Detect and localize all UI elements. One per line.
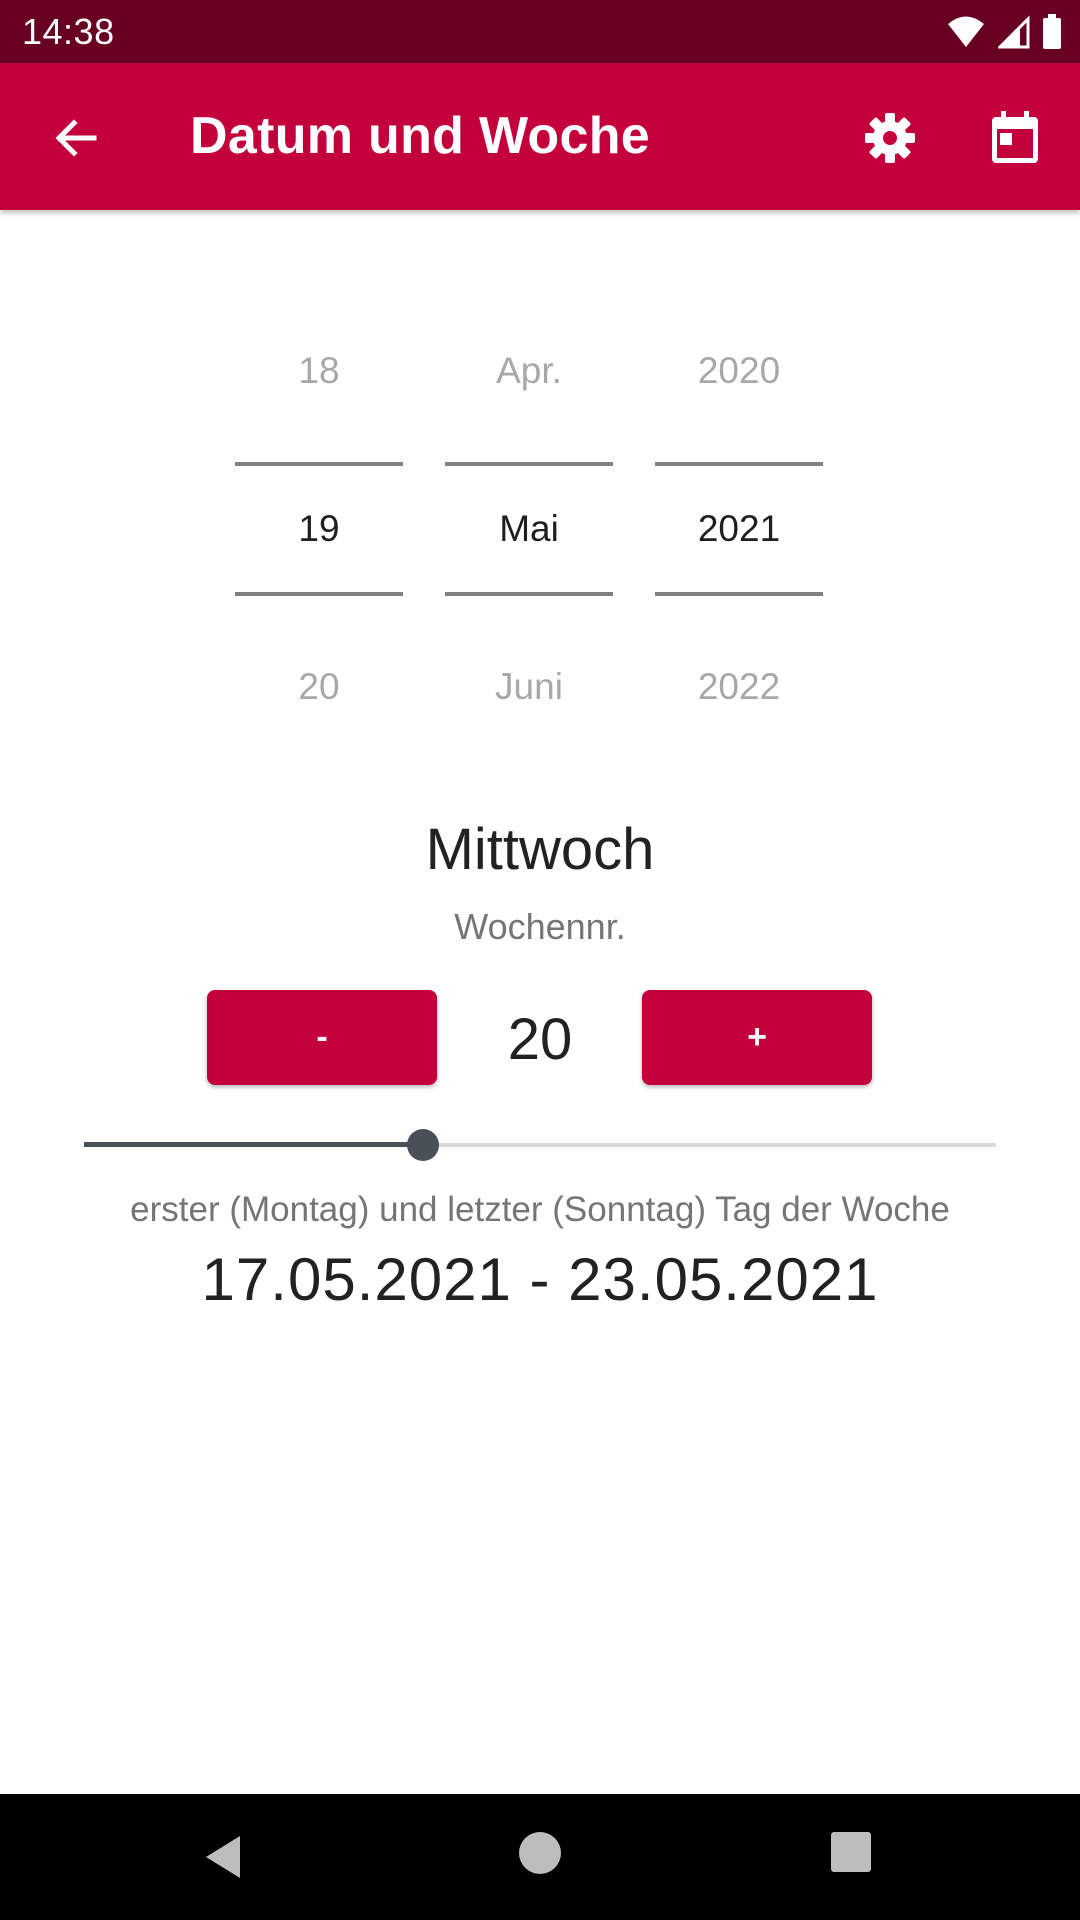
arrow-back-icon: [55, 119, 97, 157]
year-prev[interactable]: 2020: [655, 350, 823, 392]
slider-fill: [84, 1142, 423, 1147]
battery-icon: [1043, 14, 1061, 49]
picker-divider: [655, 462, 823, 466]
back-button[interactable]: [40, 103, 110, 173]
calendar-button[interactable]: [980, 103, 1050, 173]
week-number: 20: [507, 1007, 573, 1072]
system-nav-bar: [0, 1794, 1080, 1920]
week-range-value: 17.05.2021 - 23.05.2021: [201, 1246, 879, 1313]
month-picker[interactable]: Apr. Mai Juni: [445, 330, 613, 730]
decrement-week-button[interactable]: -: [207, 990, 437, 1085]
year-next[interactable]: 2022: [655, 666, 823, 708]
week-number-label: Wochennr.: [454, 906, 626, 947]
status-time: 14:38: [22, 11, 115, 52]
calendar-icon: [992, 111, 1038, 163]
app-bar: Datum und Woche: [0, 63, 1080, 210]
picker-divider: [445, 592, 613, 596]
settings-button[interactable]: [855, 103, 925, 173]
week-range-label: erster (Montag) und letzter (Sonntag) Ta…: [130, 1190, 950, 1229]
day-next[interactable]: 20: [235, 666, 403, 708]
picker-divider: [235, 462, 403, 466]
nav-home-icon[interactable]: [519, 1832, 561, 1874]
picker-divider: [445, 462, 613, 466]
slider-thumb[interactable]: [407, 1129, 439, 1161]
day-current[interactable]: 19: [235, 508, 403, 550]
status-icons: [946, 12, 1062, 52]
weekday-label: Mittwoch: [425, 817, 655, 882]
picker-divider: [655, 592, 823, 596]
month-prev[interactable]: Apr.: [445, 350, 613, 392]
wifi-icon: [948, 16, 984, 47]
year-picker[interactable]: 2020 2021 2022: [655, 330, 823, 730]
year-current[interactable]: 2021: [655, 508, 823, 550]
month-next[interactable]: Juni: [445, 666, 613, 708]
signal-icon: [998, 15, 1030, 49]
day-picker[interactable]: 18 19 20: [235, 330, 403, 730]
status-bar: 14:38: [0, 0, 1080, 63]
increment-week-button[interactable]: +: [642, 990, 872, 1085]
nav-recents-icon[interactable]: [831, 1832, 871, 1872]
picker-divider: [235, 592, 403, 596]
day-prev[interactable]: 18: [235, 350, 403, 392]
page-title: Datum und Woche: [190, 107, 650, 165]
month-current[interactable]: Mai: [445, 508, 613, 550]
week-slider[interactable]: [84, 1125, 996, 1165]
nav-back-icon[interactable]: [200, 1832, 250, 1882]
gear-icon: [865, 113, 915, 163]
